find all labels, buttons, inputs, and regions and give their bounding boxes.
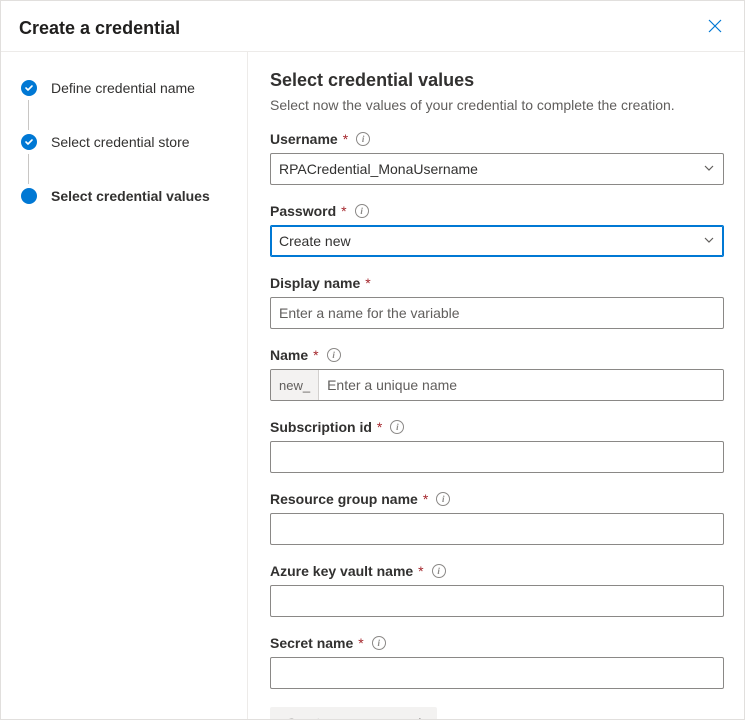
info-icon[interactable]: i [355,204,369,218]
close-button[interactable] [704,15,726,41]
section-title: Select credential values [270,70,724,91]
name-input-wrap: new_ [270,369,724,401]
name-input[interactable] [319,370,723,400]
info-icon[interactable]: i [390,420,404,434]
resource-group-name-field: Resource group name * i [270,491,724,545]
panel-body: Define credential name Select credential… [1,52,744,719]
label-text: Name [270,347,308,363]
display-name-field: Display name * [270,275,724,329]
section-subtitle: Select now the values of your credential… [270,97,724,113]
resource-group-name-input[interactable] [279,514,715,544]
label-text: Password [270,203,336,219]
password-label: Password * i [270,203,724,219]
subscription-id-label: Subscription id * i [270,419,724,435]
resource-group-name-input-wrap [270,513,724,545]
label-text: Azure key vault name [270,563,413,579]
name-prefix: new_ [271,370,319,400]
required-indicator: * [343,131,348,147]
password-value: Create new [279,233,351,249]
required-indicator: * [341,203,346,219]
name-field: Name * i new_ [270,347,724,401]
secret-name-input[interactable] [279,658,715,688]
checkmark-icon [21,80,37,96]
close-icon [708,19,722,33]
display-name-label: Display name * [270,275,724,291]
azure-key-vault-name-label: Azure key vault name * i [270,563,724,579]
info-icon[interactable]: i [432,564,446,578]
label-text: Resource group name [270,491,418,507]
username-field: Username * i RPACredential_MonaUsername [270,131,724,185]
required-indicator: * [358,635,363,651]
step-define-name[interactable]: Define credential name [21,76,235,100]
label-text: Username [270,131,338,147]
name-label: Name * i [270,347,724,363]
required-indicator: * [418,563,423,579]
step-connector [28,154,29,184]
checkmark-icon [21,134,37,150]
username-select[interactable]: RPACredential_MonaUsername [270,153,724,185]
subscription-id-input[interactable] [279,442,715,472]
main-form: Select credential values Select now the … [248,52,744,719]
step-label: Define credential name [51,80,195,96]
info-icon[interactable]: i [436,492,450,506]
password-select[interactable]: Create new [270,225,724,257]
step-connector [28,100,29,130]
azure-key-vault-name-input[interactable] [279,586,715,616]
required-indicator: * [423,491,428,507]
label-text: Secret name [270,635,353,651]
info-icon[interactable]: i [372,636,386,650]
azure-key-vault-name-field: Azure key vault name * i [270,563,724,617]
required-indicator: * [377,419,382,435]
resource-group-name-label: Resource group name * i [270,491,724,507]
secret-name-label: Secret name * i [270,635,724,651]
username-label: Username * i [270,131,724,147]
password-field: Password * i Create new [270,203,724,257]
azure-key-vault-name-input-wrap [270,585,724,617]
chevron-down-icon [703,233,715,249]
username-value: RPACredential_MonaUsername [279,161,478,177]
create-password-button: Create new password [270,707,437,719]
label-text: Subscription id [270,419,372,435]
chevron-down-icon [703,161,715,177]
current-step-icon [21,188,37,204]
steps-sidebar: Define credential name Select credential… [1,52,248,719]
panel-header: Create a credential [1,1,744,52]
credential-panel: Create a credential Define credential na… [0,0,745,720]
info-icon[interactable]: i [327,348,341,362]
step-select-store[interactable]: Select credential store [21,130,235,154]
display-name-input[interactable] [279,298,715,328]
step-label: Select credential values [51,188,210,204]
subscription-id-field: Subscription id * i [270,419,724,473]
panel-title: Create a credential [19,18,180,39]
info-icon[interactable]: i [356,132,370,146]
secret-name-input-wrap [270,657,724,689]
secret-name-field: Secret name * i [270,635,724,689]
subscription-id-input-wrap [270,441,724,473]
required-indicator: * [313,347,318,363]
label-text: Display name [270,275,360,291]
step-select-values[interactable]: Select credential values [21,184,235,208]
display-name-input-wrap [270,297,724,329]
step-label: Select credential store [51,134,190,150]
required-indicator: * [365,275,370,291]
